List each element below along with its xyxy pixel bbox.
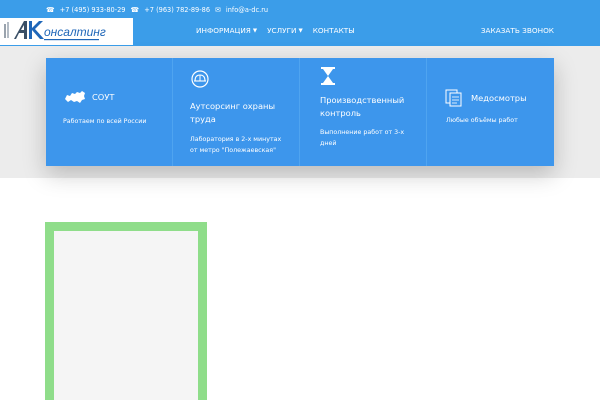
contact-strip: ☎ +7 (495) 933-80-29 ☎ +7 (963) 782-89-8…	[46, 4, 268, 16]
chevron-down-icon: ▼	[298, 27, 303, 34]
feature-desc-line: от метро "Полежаевская"	[190, 147, 276, 154]
nav-item-info[interactable]: ИНФОРМАЦИЯ ▼	[196, 26, 257, 35]
feature-desc: Любые объёмы работ	[446, 117, 518, 124]
helmet-icon	[191, 70, 209, 88]
nav-label: ИНФОРМАЦИЯ	[196, 26, 251, 35]
image-placeholder-frame	[45, 222, 207, 400]
feature-desc-line: дней	[320, 140, 337, 147]
main-nav: ИНФОРМАЦИЯ ▼ УСЛУГИ ▼ КОНТАКТЫ	[196, 26, 355, 35]
russia-map-icon	[65, 91, 85, 103]
feature-title-line: труда	[190, 114, 216, 124]
mail-icon: ✉	[215, 5, 221, 14]
feature-medical-checkups[interactable]: Медосмотры Любые объёмы работ	[427, 58, 554, 166]
feature-sout[interactable]: СОУТ Работаем по всей России	[46, 58, 173, 166]
phone-icon: ☎	[130, 5, 140, 14]
top-bar: ☎ +7 (495) 933-80-29 ☎ +7 (963) 782-89-8…	[0, 0, 600, 46]
feature-desc-line: Выполнение работ от 3-х	[320, 129, 405, 136]
phone-icon: ☎	[46, 5, 55, 14]
logo[interactable]: онсалтинг	[0, 18, 133, 45]
phone-link-2[interactable]: +7 (963) 782-89-86	[144, 6, 210, 14]
phone-link-1[interactable]: +7 (495) 933-80-29	[60, 6, 126, 14]
logo-text: онсалтинг	[44, 25, 106, 39]
feature-title: Медосмотры	[471, 93, 527, 103]
callback-button[interactable]: ЗАКАЗАТЬ ЗВОНОК	[481, 26, 554, 35]
nav-label: УСЛУГИ	[267, 26, 297, 35]
features-panel: СОУТ Работаем по всей России Аутсорсинг …	[46, 58, 554, 166]
feature-production-control[interactable]: Производственный контроль Выполнение раб…	[300, 58, 427, 166]
image-placeholder	[54, 231, 198, 400]
feature-title-line: контроль	[320, 108, 361, 118]
nav-item-contacts[interactable]: КОНТАКТЫ	[313, 26, 355, 35]
documents-icon	[445, 89, 462, 107]
nav-label: КОНТАКТЫ	[312, 26, 355, 35]
nav-item-services[interactable]: УСЛУГИ ▼	[267, 26, 303, 35]
feature-desc-line: Лаборатория в 2-х минутах	[190, 136, 282, 143]
chevron-down-icon: ▼	[252, 27, 258, 34]
feature-outsourcing[interactable]: Аутсорсинг охраны труда Лаборатория в 2-…	[173, 58, 300, 166]
feature-title-line: Аутсорсинг охраны	[190, 101, 276, 111]
hourglass-icon	[321, 67, 335, 85]
feature-title: СОУТ	[92, 92, 115, 102]
email-link[interactable]: info@a-dc.ru	[226, 6, 268, 14]
ak-logo-icon: онсалтинг	[4, 21, 106, 41]
feature-title-line: Производственный	[320, 95, 405, 105]
feature-desc: Работаем по всей России	[63, 118, 147, 125]
